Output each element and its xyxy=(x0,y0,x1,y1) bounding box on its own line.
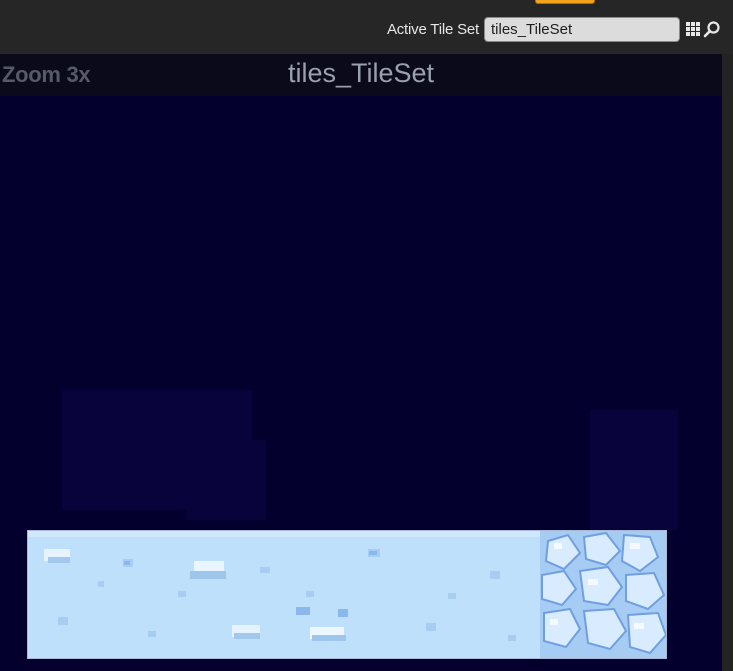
search-icon[interactable] xyxy=(703,20,721,38)
tile-set-editor-panel: Active Tile Set tiles_TileSet Zoom 3x ti… xyxy=(0,0,733,671)
grid-icon[interactable] xyxy=(686,22,700,36)
tile-set-toolbar: Active Tile Set tiles_TileSet xyxy=(0,14,733,48)
background-ghost-shape xyxy=(590,410,678,530)
tile-set-image[interactable] xyxy=(27,530,667,659)
active-tile-set-label: Active Tile Set xyxy=(386,21,479,38)
tile-set-title: tiles_TileSet xyxy=(287,58,435,88)
active-tile-set-field[interactable]: tiles_TileSet xyxy=(484,17,680,42)
viewport-scrollbar[interactable] xyxy=(722,54,733,671)
active-tab-indicator[interactable] xyxy=(535,0,595,4)
tile-set-viewport[interactable]: Zoom 3x tiles_TileSet xyxy=(0,54,722,671)
viewport-header: Zoom 3x tiles_TileSet xyxy=(0,54,722,96)
background-ghost-shape xyxy=(186,440,266,520)
